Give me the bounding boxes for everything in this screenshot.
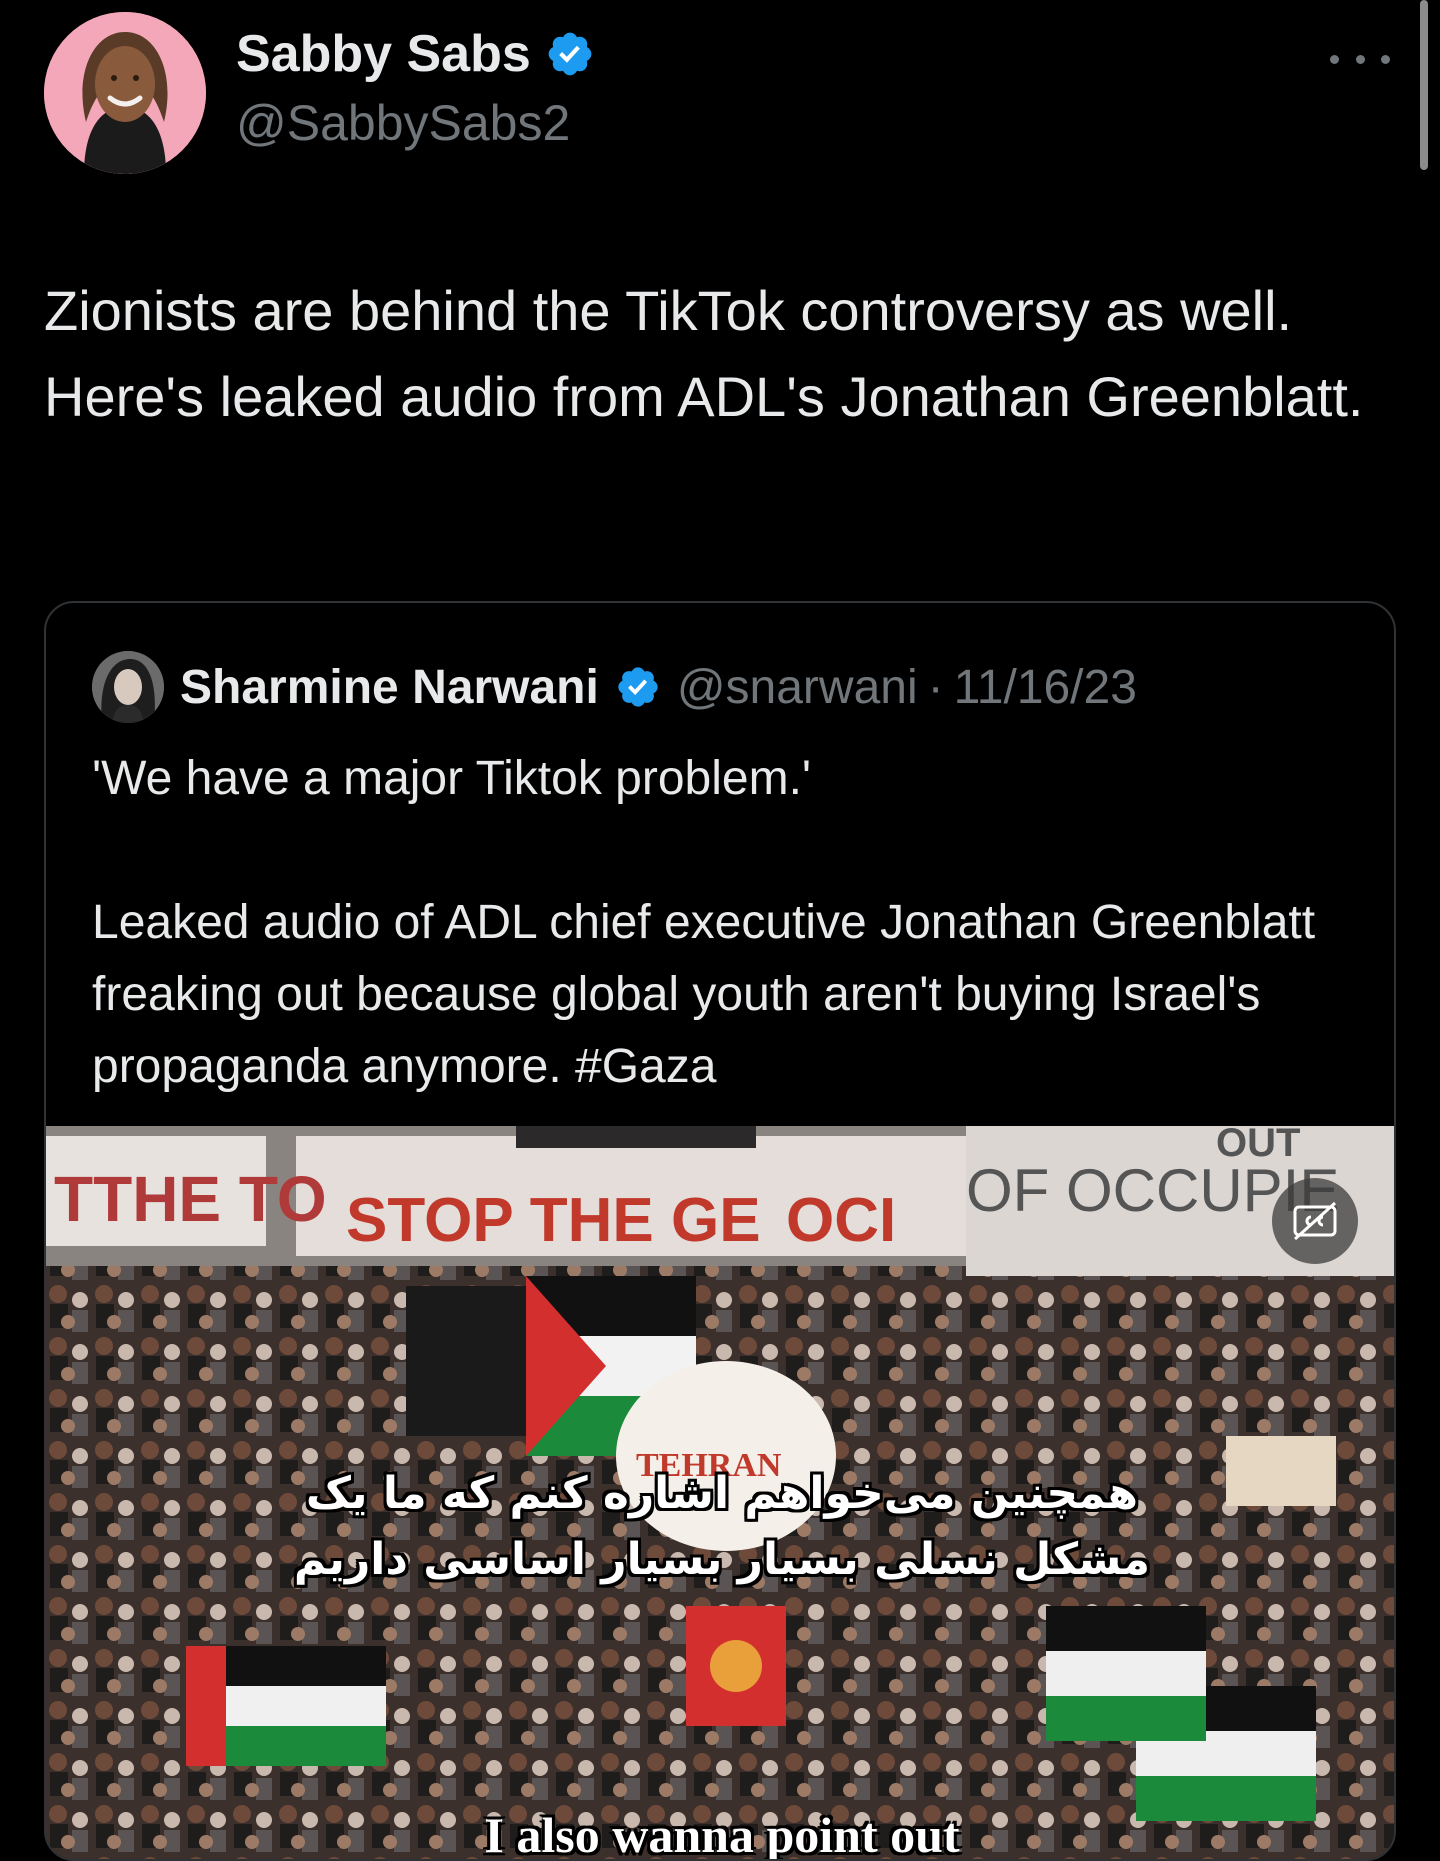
quoted-video[interactable]: TTHE TO STOP THE GE OCI OUT OF OCCUPIE T…	[46, 1126, 1394, 1861]
more-dot	[1381, 54, 1390, 64]
quoted-tweet-date[interactable]: 11/16/23	[954, 660, 1137, 715]
more-horizontal-icon	[1330, 54, 1339, 64]
closed-captions-button[interactable]	[1272, 1178, 1358, 1264]
quoted-tweet-header: Sharmine Narwani @snarwani · 11/16/23	[92, 651, 1137, 723]
quoted-author-name[interactable]: Sharmine Narwani	[180, 660, 599, 715]
banner-text-left: STOP THE GE	[346, 1186, 761, 1255]
more-dot	[1355, 54, 1365, 64]
closed-captions-icon	[1293, 1201, 1337, 1241]
quoted-paragraph-1: 'We have a major Tiktok problem.'	[92, 752, 812, 805]
quoted-paragraph-2: Leaked audio of ADL chief executive Jona…	[92, 896, 1316, 1093]
more-options-button[interactable]	[1330, 44, 1390, 74]
subtitle-line-1: همچنین می‌خواهم اشاره کنم که ما یک	[305, 1468, 1139, 1519]
banner-text-left-end: OCI	[786, 1186, 896, 1255]
verified-badge-icon	[548, 32, 592, 76]
tweet-text: Zionists are behind the TikTok controver…	[44, 279, 1364, 428]
quoted-tweet-card[interactable]: Sharmine Narwani @snarwani · 11/16/23 'W…	[44, 601, 1396, 1861]
author-avatar[interactable]	[44, 12, 206, 174]
separator-dot: ·	[927, 660, 944, 714]
quoted-tweet-text: 'We have a major Tiktok problem.' Leaked…	[92, 743, 1362, 1103]
scrollbar[interactable]	[1420, 0, 1428, 170]
banner-text-far-left: TTHE TO	[54, 1163, 327, 1235]
video-subtitle-persian: همچنین می‌خواهم اشاره کنم که ما یک مشکل …	[46, 1461, 1394, 1593]
verified-badge-icon	[618, 667, 658, 707]
quoted-author-avatar[interactable]	[92, 651, 164, 723]
video-subtitle-english: I also wanna point out	[484, 1807, 960, 1861]
author-name[interactable]: Sabby Sabs	[236, 28, 531, 80]
subtitle-line-2: مشکل نسلی بسیار بسیار اساسی داریم	[293, 1534, 1151, 1585]
quoted-author-handle[interactable]: @snarwani	[677, 660, 918, 715]
author-handle[interactable]: @SabbySabs2	[236, 98, 570, 148]
